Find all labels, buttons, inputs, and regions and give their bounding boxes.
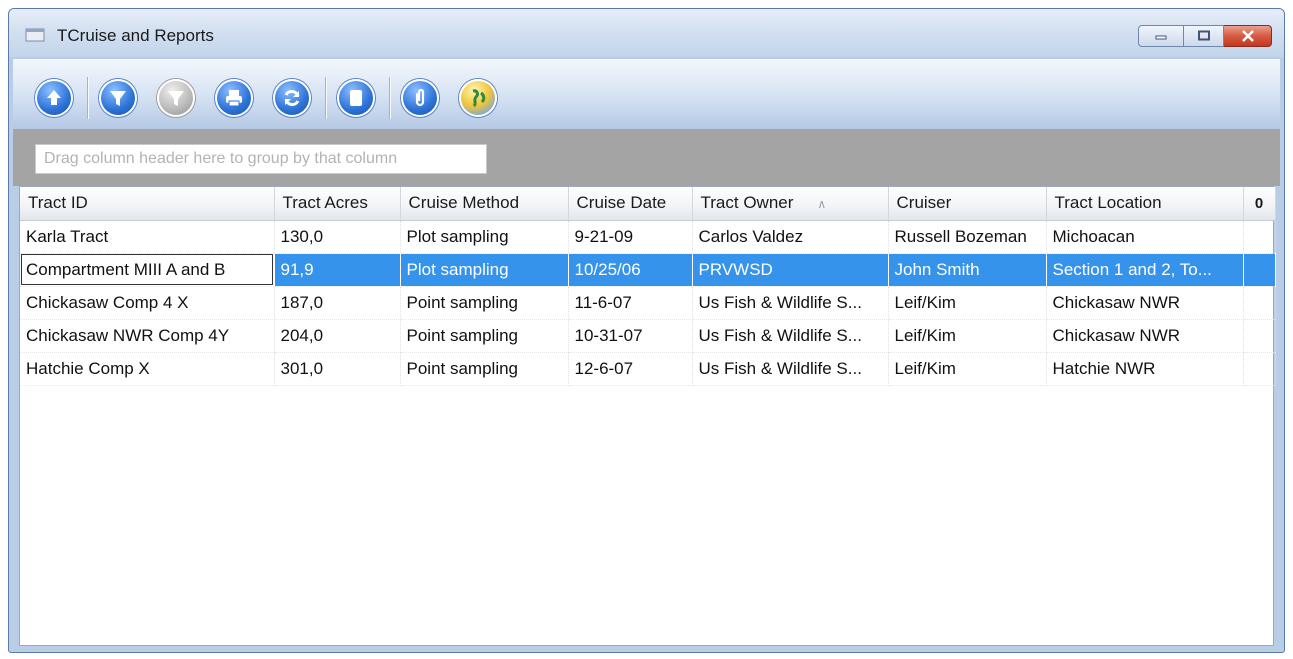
tracts-table: Tract ID Tract Acres Cruise Method Cruis… <box>20 187 1276 386</box>
cell-cruise-method[interactable]: Point sampling <box>400 352 569 386</box>
cell-tract-location[interactable]: Section 1 and 2, To... <box>1046 253 1244 287</box>
sort-ascending-icon: ∧ <box>817 197 827 212</box>
group-by-panel[interactable]: Drag column header here to group by that… <box>13 130 1280 186</box>
cell-cruise-method[interactable]: Plot sampling <box>400 220 569 254</box>
window-controls <box>1138 25 1272 47</box>
column-header-tract-location[interactable]: Tract Location <box>1046 187 1244 221</box>
table-row[interactable]: Chickasaw Comp 4 X 187,0 Point sampling … <box>20 286 1276 320</box>
cell-tract-id[interactable]: Chickasaw NWR Comp 4Y <box>20 319 275 353</box>
maximize-button[interactable] <box>1184 25 1224 47</box>
close-icon <box>1241 30 1254 42</box>
toolbar-separator <box>87 77 89 119</box>
document-button[interactable] <box>337 79 375 117</box>
column-chooser-button[interactable]: 0 <box>1243 187 1276 221</box>
column-header-tract-acres[interactable]: Tract Acres <box>274 187 401 221</box>
cell-tract-acres[interactable]: 301,0 <box>274 352 401 386</box>
table-row[interactable]: Karla Tract 130,0 Plot sampling 9-21-09 … <box>20 220 1276 254</box>
clear-filter-icon <box>168 91 184 106</box>
cell-tract-location[interactable]: Michoacan <box>1046 220 1244 254</box>
cell-tract-acres[interactable]: 187,0 <box>274 286 401 320</box>
attach-button[interactable] <box>401 79 439 117</box>
cell-cruise-date[interactable]: 9-21-09 <box>568 220 693 254</box>
cell-cruise-date[interactable]: 11-6-07 <box>568 286 693 320</box>
attach-icon <box>415 88 425 107</box>
table-row-selected[interactable]: Compartment MIII A and B 91,9 Plot sampl… <box>20 253 1276 287</box>
cell-spacer <box>1243 253 1276 287</box>
app-window: TCruise and Reports Drag column header h… <box>8 8 1285 653</box>
cell-tract-id[interactable]: Hatchie Comp X <box>20 352 275 386</box>
refresh-button[interactable] <box>273 79 311 117</box>
cell-spacer <box>1243 220 1276 254</box>
cell-spacer <box>1243 286 1276 320</box>
document-icon <box>350 90 362 106</box>
cell-tract-owner[interactable]: Us Fish & Wildlife S... <box>692 319 889 353</box>
filter-button[interactable] <box>99 79 137 117</box>
table-row[interactable]: Chickasaw NWR Comp 4Y 204,0 Point sampli… <box>20 319 1276 353</box>
minimize-icon <box>1155 35 1167 40</box>
maximize-icon <box>1197 30 1210 41</box>
cell-tract-owner[interactable]: PRVWSD <box>692 253 889 287</box>
data-grid: Tract ID Tract Acres Cruise Method Cruis… <box>19 186 1276 646</box>
column-header-cruise-date[interactable]: Cruise Date <box>568 187 693 221</box>
cell-cruiser[interactable]: John Smith <box>888 253 1047 287</box>
cell-tract-owner[interactable]: Carlos Valdez <box>692 220 889 254</box>
cell-spacer <box>1243 319 1276 353</box>
cell-cruise-date[interactable]: 12-6-07 <box>568 352 693 386</box>
table-row[interactable]: Hatchie Comp X 301,0 Point sampling 12-6… <box>20 352 1276 386</box>
print-button[interactable] <box>215 79 253 117</box>
cell-tract-acres[interactable]: 130,0 <box>274 220 401 254</box>
cell-tract-owner[interactable]: Us Fish & Wildlife S... <box>692 352 889 386</box>
globe-icon <box>472 89 486 108</box>
column-header-label: Tract Owner <box>700 193 794 213</box>
cell-tract-location[interactable]: Hatchie NWR <box>1046 352 1244 386</box>
cell-tract-location[interactable]: Chickasaw NWR <box>1046 319 1244 353</box>
minimize-button[interactable] <box>1138 25 1184 47</box>
header-row: Tract ID Tract Acres Cruise Method Cruis… <box>20 187 1276 221</box>
cell-tract-id[interactable]: Karla Tract <box>20 220 275 254</box>
cell-tract-location[interactable]: Chickasaw NWR <box>1046 286 1244 320</box>
title-bar[interactable]: TCruise and Reports <box>9 9 1284 57</box>
cell-spacer <box>1243 352 1276 386</box>
cell-cruiser[interactable]: Leif/Kim <box>888 319 1047 353</box>
column-header-tract-id[interactable]: Tract ID <box>20 187 275 221</box>
upload-button[interactable] <box>35 79 73 117</box>
cell-cruise-method[interactable]: Plot sampling <box>400 253 569 287</box>
window-title: TCruise and Reports <box>57 26 214 45</box>
toolbar-separator <box>325 77 327 119</box>
cell-tract-acres[interactable]: 204,0 <box>274 319 401 353</box>
cell-tract-id[interactable]: Compartment MIII A and B <box>20 253 275 287</box>
cell-tract-id[interactable]: Chickasaw Comp 4 X <box>20 286 275 320</box>
cell-cruise-method[interactable]: Point sampling <box>400 319 569 353</box>
clear-filter-button[interactable] <box>157 79 195 117</box>
cell-cruiser[interactable]: Russell Bozeman <box>888 220 1047 254</box>
column-header-cruiser[interactable]: Cruiser <box>888 187 1047 221</box>
column-header-tract-owner[interactable]: Tract Owner ∧ <box>692 187 889 221</box>
filter-icon <box>110 91 126 106</box>
cell-tract-acres[interactable]: 91,9 <box>274 253 401 287</box>
column-header-cruise-method[interactable]: Cruise Method <box>400 187 569 221</box>
toolbar-separator <box>389 77 391 119</box>
print-icon <box>226 90 242 107</box>
cell-cruise-date[interactable]: 10-31-07 <box>568 319 693 353</box>
group-by-hint: Drag column header here to group by that… <box>35 144 487 174</box>
cell-cruiser[interactable]: Leif/Kim <box>888 352 1047 386</box>
cell-tract-owner[interactable]: Us Fish & Wildlife S... <box>692 286 889 320</box>
cell-cruise-method[interactable]: Point sampling <box>400 286 569 320</box>
upload-icon <box>47 90 61 105</box>
close-button[interactable] <box>1224 25 1272 47</box>
app-icon <box>25 28 45 42</box>
globe-button[interactable] <box>459 79 497 117</box>
refresh-icon <box>284 89 300 107</box>
toolbar <box>13 59 1280 130</box>
cell-cruiser[interactable]: Leif/Kim <box>888 286 1047 320</box>
cell-cruise-date[interactable]: 10/25/06 <box>568 253 693 287</box>
